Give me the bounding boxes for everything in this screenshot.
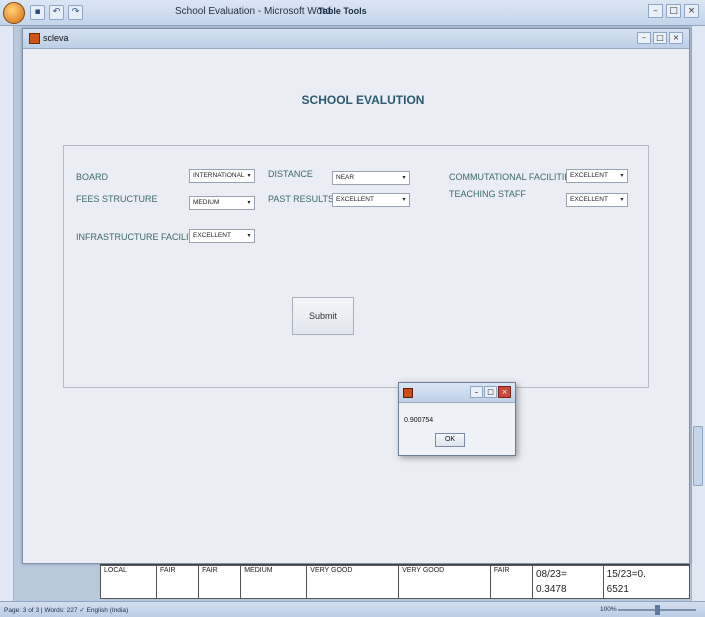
matlab-icon	[403, 388, 413, 398]
dialog-maximize-button[interactable]: □	[484, 386, 497, 398]
vertical-scrollbar[interactable]	[691, 26, 705, 601]
figure-window: scleva – □ × SCHOOL EVALUTION BOARD INTE…	[22, 28, 690, 564]
document-table: LOCAL FAIR FAIR MEDIUM VERY GOOD VERY GO…	[100, 564, 691, 599]
result-dialog: – □ × 0.900754 OK	[398, 382, 516, 456]
commutational-facilities-label: COMMUTATIONAL FACILITIES	[449, 172, 577, 182]
page-count[interactable]: Page: 3 of 3	[4, 607, 39, 614]
past-results-dropdown[interactable]: EXCELLENT ▾	[332, 193, 410, 207]
chevron-down-icon: ▾	[620, 197, 624, 203]
proofing-icon[interactable]: ✓	[79, 607, 84, 614]
figure-maximize-button[interactable]: □	[653, 32, 667, 44]
dialog-titlebar: – □ ×	[399, 383, 515, 403]
word-titlebar: ▪ ↶ ↷ School Evaluation - Microsoft Word…	[0, 0, 705, 26]
chevron-down-icon: ▾	[247, 200, 251, 206]
table-cell: VERY GOOD	[398, 565, 491, 599]
infrastructure-facilities-dropdown[interactable]: EXCELLENT ▾	[189, 229, 255, 243]
undo-icon[interactable]: ↶	[49, 5, 64, 20]
office-button[interactable]	[3, 2, 25, 24]
distance-dropdown[interactable]: NEAR ▾	[332, 171, 410, 185]
language-indicator[interactable]: English (India)	[87, 607, 129, 614]
table-cell: FAIR	[489, 565, 533, 599]
status-bar: Page: 3 of 3 | Words: 227 ✓ English (Ind…	[0, 601, 705, 617]
redo-icon[interactable]: ↷	[68, 5, 83, 20]
chevron-down-icon: ▾	[620, 173, 624, 179]
table-cell: 08/23= 0.3478	[531, 565, 604, 599]
form-panel: BOARD INTERNATIONAL ▾ DISTANCE NEAR ▾ CO…	[63, 145, 649, 388]
figure-window-controls: – □ ×	[637, 32, 683, 44]
distance-label: DISTANCE	[268, 169, 313, 179]
dialog-minimize-button[interactable]: –	[470, 386, 483, 398]
matlab-icon	[29, 33, 40, 44]
board-label: BOARD	[76, 172, 109, 182]
past-results-value: EXCELLENT	[336, 196, 374, 203]
zoom-level[interactable]: 100%	[600, 606, 617, 613]
board-dropdown[interactable]: INTERNATIONAL ▾	[189, 169, 255, 183]
figure-minimize-button[interactable]: –	[637, 32, 651, 44]
commutational-facilities-value: EXCELLENT	[570, 172, 608, 179]
window-controls: – □ ×	[648, 4, 699, 18]
past-results-label: PAST RESULTS	[268, 194, 335, 204]
submit-button[interactable]: Submit	[292, 297, 354, 335]
zoom-slider-handle[interactable]	[655, 605, 660, 615]
chevron-down-icon: ▾	[402, 175, 406, 181]
table-cell: MEDIUM	[240, 565, 308, 599]
table-row: LOCAL FAIR FAIR MEDIUM VERY GOOD VERY GO…	[100, 565, 691, 599]
window-title: School Evaluation - Microsoft Word	[175, 6, 331, 17]
form-heading: SCHOOL EVALUTION	[301, 93, 425, 107]
dialog-window-controls: – □ ×	[470, 386, 511, 398]
dialog-close-button[interactable]: ×	[498, 386, 511, 398]
fees-structure-dropdown[interactable]: MEDIUM ▾	[189, 196, 255, 210]
teaching-staff-dropdown[interactable]: EXCELLENT ▾	[566, 193, 628, 207]
quick-access-toolbar: ▪ ↶ ↷	[30, 5, 83, 20]
figure-close-button[interactable]: ×	[669, 32, 683, 44]
status-info: Page: 3 of 3 | Words: 227 ✓ English (Ind…	[4, 607, 129, 614]
distance-value: NEAR	[336, 174, 355, 181]
commutational-facilities-dropdown[interactable]: EXCELLENT ▾	[566, 169, 628, 183]
table-cell: LOCAL	[100, 565, 157, 599]
word-count[interactable]: Words: 227	[44, 607, 77, 614]
chevron-down-icon: ▾	[247, 173, 251, 179]
fees-structure-label: FEES STRUCTURE	[76, 194, 158, 204]
save-icon[interactable]: ▪	[30, 5, 45, 20]
table-cell: 15/23=0. 6521	[602, 565, 691, 599]
scrollbar-thumb[interactable]	[693, 426, 703, 486]
minimize-button[interactable]: –	[648, 4, 663, 18]
teaching-staff-label: TEACHING STAFF	[449, 189, 526, 199]
table-cell: VERY GOOD	[306, 565, 400, 599]
infrastructure-facilities-value: EXCELLENT	[193, 232, 231, 239]
chevron-down-icon: ▾	[402, 197, 406, 203]
figure-title: scleva	[43, 33, 69, 43]
table-cell: FAIR	[155, 565, 200, 599]
table-tools-tab[interactable]: Table Tools	[318, 6, 367, 16]
table-cell: FAIR	[198, 565, 242, 599]
dialog-message: 0.900754	[404, 417, 434, 424]
close-button[interactable]: ×	[684, 4, 699, 18]
figure-titlebar: scleva – □ ×	[23, 29, 689, 49]
fees-structure-value: MEDIUM	[193, 199, 220, 206]
teaching-staff-value: EXCELLENT	[570, 196, 608, 203]
board-value: INTERNATIONAL	[193, 172, 245, 179]
ok-button[interactable]: OK	[435, 433, 465, 447]
vertical-ruler	[0, 26, 14, 601]
maximize-button[interactable]: □	[666, 4, 681, 18]
chevron-down-icon: ▾	[247, 233, 251, 239]
